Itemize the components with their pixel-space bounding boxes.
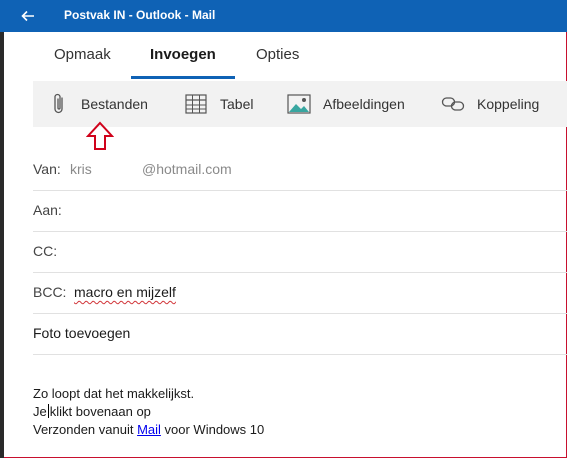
bcc-row[interactable]: BCC: macro en mijzelf (33, 273, 567, 314)
files-label: Bestanden (81, 96, 148, 112)
bcc-label: BCC: (33, 284, 67, 300)
back-button[interactable] (14, 4, 42, 28)
subject-field[interactable]: Foto toevoegen (33, 314, 567, 355)
images-button[interactable]: Afbeeldingen (287, 81, 405, 127)
signature-prefix: Verzonden vanuit (33, 422, 138, 437)
body-line-1: Zo loopt dat het makkelijkst. (33, 386, 195, 401)
link-button[interactable]: Koppeling (441, 81, 539, 127)
ribbon-tabs: Opmaak Invoegen Opties (4, 32, 567, 80)
mail-link[interactable]: Mail (137, 422, 161, 437)
paperclip-icon (54, 93, 63, 114)
from-domain: @hotmail.com (142, 161, 232, 177)
to-row[interactable]: Aan: (33, 191, 567, 232)
tab-opties[interactable]: Opties (256, 46, 299, 63)
link-icon (441, 97, 465, 111)
to-label: Aan: (33, 202, 62, 218)
from-row: Van: kris @hotmail.com (33, 150, 567, 191)
bcc-recipient[interactable]: macro en mijzelf (74, 284, 176, 300)
active-tab-indicator (131, 76, 235, 79)
annotation-arrow-icon (86, 121, 114, 150)
from-name: kris (70, 161, 92, 177)
table-icon (185, 94, 207, 114)
tab-invoegen[interactable]: Invoegen (150, 46, 216, 63)
images-label: Afbeeldingen (323, 96, 405, 112)
body-line-3: Verzonden vanuit Mail voor Windows 10 (33, 421, 264, 439)
title-bar: Postvak IN - Outlook - Mail (0, 0, 567, 32)
text-cursor (47, 404, 49, 418)
window-left-edge (0, 32, 4, 458)
body-line-2: Je klikt bovenaan op (33, 403, 264, 421)
back-arrow-icon (21, 10, 34, 22)
subject-text: Foto toevoegen (33, 325, 131, 341)
cc-row[interactable]: CC: (33, 232, 567, 273)
link-label: Koppeling (477, 96, 540, 112)
cc-label: CC: (33, 243, 58, 259)
message-body[interactable]: Zo loopt dat het makkelijkst. Je klikt bo… (33, 385, 264, 439)
table-label: Tabel (220, 96, 254, 112)
tab-opmaak[interactable]: Opmaak (54, 46, 111, 63)
body-line-2-end: klikt bovenaan op (49, 404, 151, 419)
body-line-2-start: Je (33, 404, 47, 419)
from-label: Van: (33, 161, 61, 177)
window-title: Postvak IN - Outlook - Mail (64, 8, 216, 22)
signature-suffix: voor Windows 10 (160, 422, 265, 437)
table-button[interactable]: Tabel (185, 81, 253, 127)
image-icon (287, 94, 311, 114)
